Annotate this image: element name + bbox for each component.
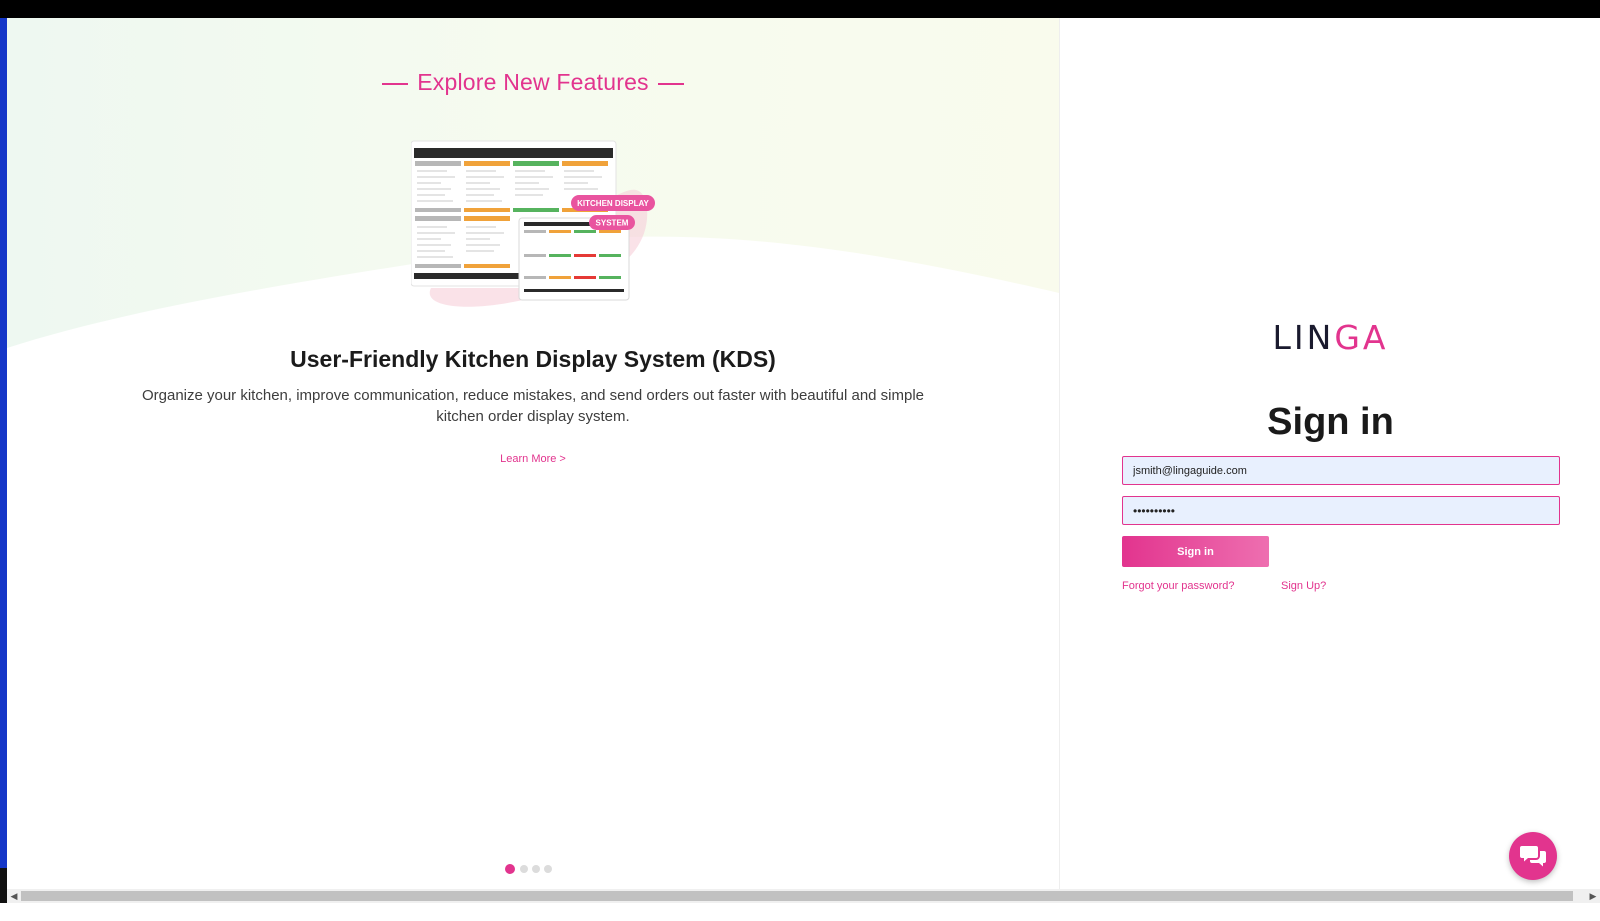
- promo-title: User-Friendly Kitchen Display System (KD…: [290, 346, 776, 372]
- chevron-right-icon[interactable]: ▶: [1586, 889, 1600, 903]
- email-input[interactable]: [1122, 456, 1560, 485]
- heading-dash-left: [382, 83, 409, 85]
- login-panel: LINGA Sign in Sign in Forgot your passwo…: [1059, 18, 1600, 905]
- window-left-edge-dark: [0, 868, 7, 904]
- logo-text-main: LIN: [1272, 318, 1335, 357]
- kds-badge-text-1: KITCHEN DISPLAY: [577, 199, 649, 208]
- kds-product-image: KITCHEN DISPLAY SYSTEM: [411, 140, 655, 307]
- scrollbar-thumb[interactable]: [21, 891, 1573, 901]
- logo-text-accent: GA: [1334, 318, 1389, 357]
- chat-bubbles-icon: [1520, 846, 1546, 867]
- kds-badge-text-2: SYSTEM: [596, 219, 629, 228]
- carousel-dot-2[interactable]: [520, 865, 528, 873]
- learn-more-link[interactable]: Learn More >: [7, 453, 1059, 465]
- feature-promo-panel: Explore New Features KITCHEN DISPLAY SYS…: [7, 18, 1059, 905]
- carousel-dot-4[interactable]: [544, 865, 552, 873]
- carousel-dot-1[interactable]: [505, 864, 515, 874]
- window-bottom-strip: [0, 903, 1600, 921]
- browser-top-bar: [0, 0, 1600, 18]
- window-left-edge: [0, 18, 7, 921]
- signup-link[interactable]: Sign Up?: [1281, 580, 1326, 592]
- carousel-dot-3[interactable]: [532, 865, 540, 873]
- explore-features-label: Explore New Features: [417, 69, 649, 95]
- linga-logo: LINGA: [1060, 318, 1600, 357]
- explore-features-heading: Explore New Features: [7, 69, 1059, 96]
- heading-dash-right: [657, 83, 684, 85]
- signin-button[interactable]: Sign in: [1122, 536, 1269, 567]
- forgot-password-link[interactable]: Forgot your password?: [1122, 580, 1235, 592]
- kds-tablet-toolbar: [414, 148, 613, 158]
- learn-more-label[interactable]: Learn More >: [500, 453, 566, 465]
- signin-title: Sign in: [1267, 401, 1394, 443]
- promo-description: Organize your kitchen, improve communica…: [141, 387, 925, 425]
- password-input[interactable]: [1122, 496, 1560, 525]
- chat-widget-button[interactable]: [1509, 832, 1557, 880]
- chevron-left-icon[interactable]: ◀: [7, 889, 21, 903]
- horizontal-scrollbar[interactable]: ◀ ▶: [7, 889, 1600, 903]
